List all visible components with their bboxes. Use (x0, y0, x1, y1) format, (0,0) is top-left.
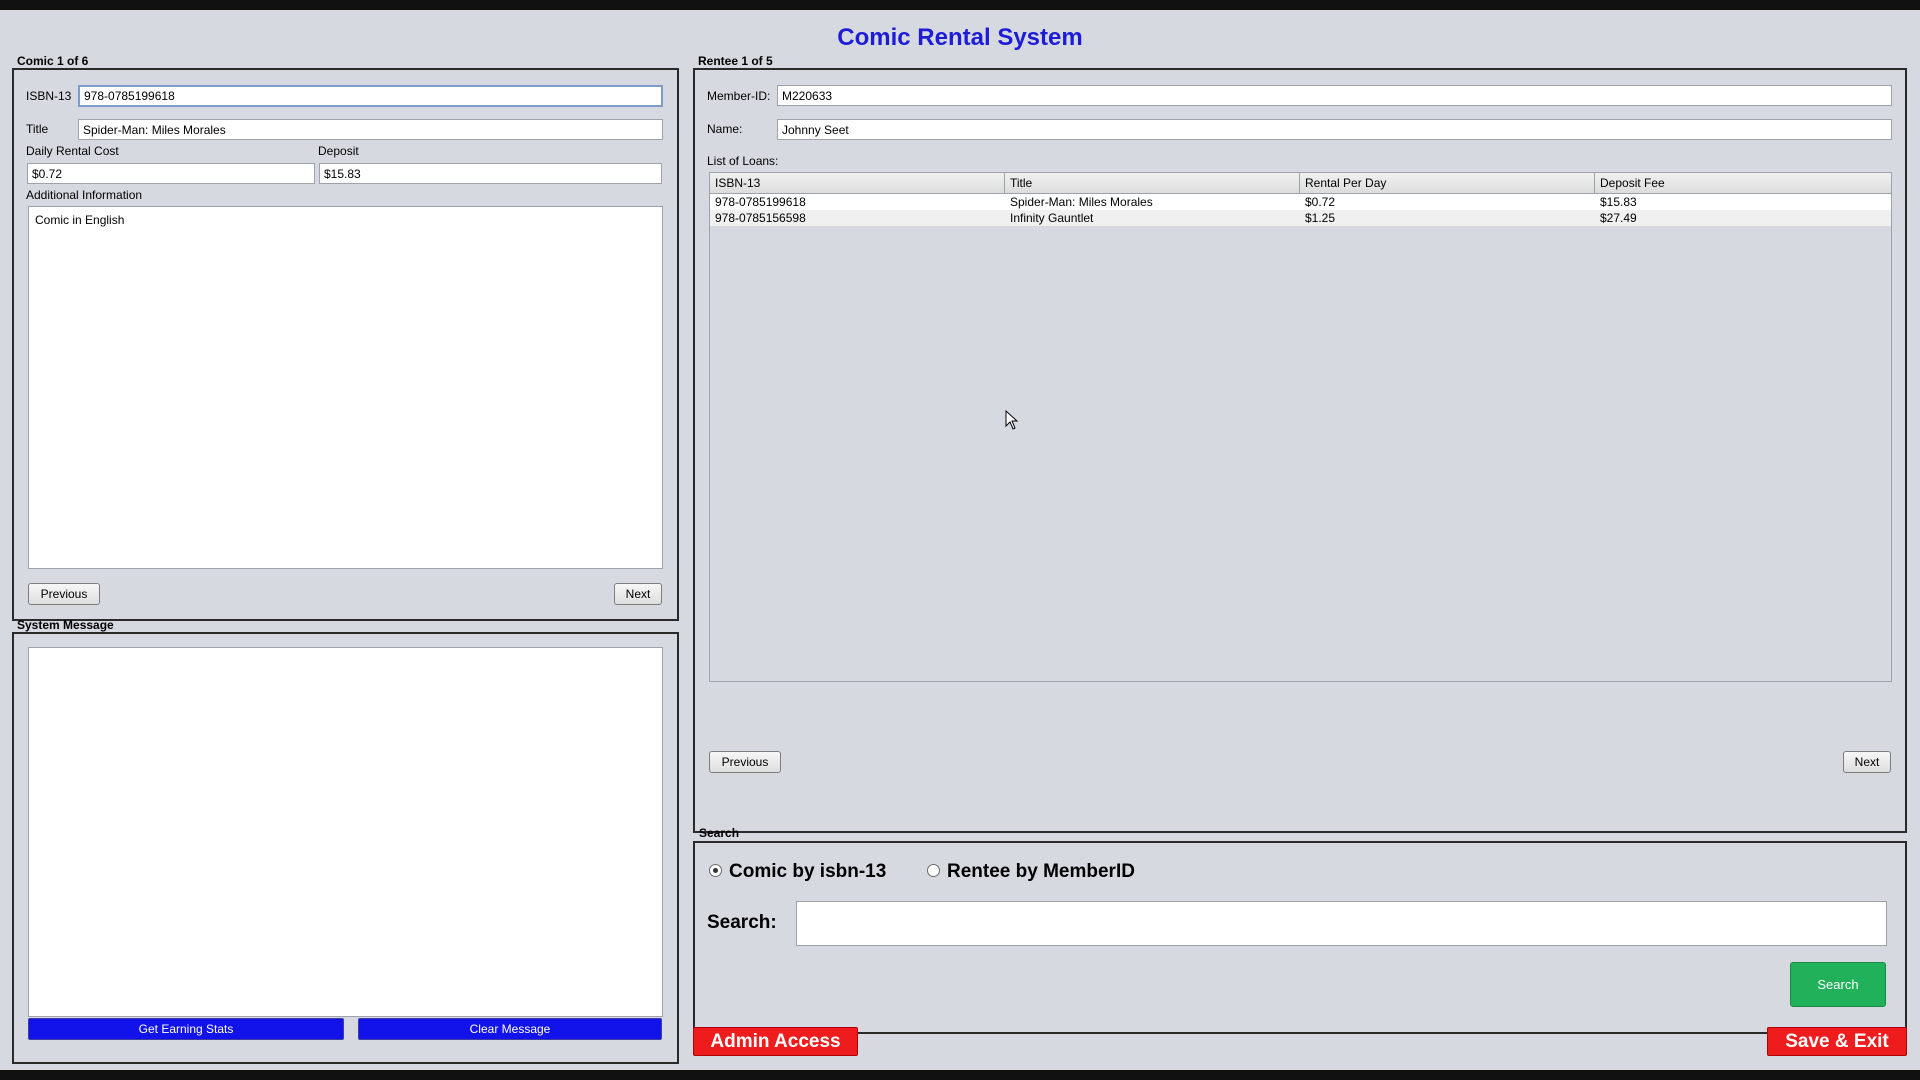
app-window: Comic Rental System Comic 1 of 6 ISBN-13… (0, 10, 1920, 1070)
daily-cost-label: Daily Rental Cost (26, 144, 119, 158)
cell-deposit: $27.49 (1600, 211, 1637, 225)
system-message-textarea[interactable] (28, 647, 663, 1017)
comic-previous-button[interactable]: Previous (28, 583, 100, 605)
title-field[interactable]: Spider-Man: Miles Morales (78, 119, 663, 140)
get-earning-stats-button[interactable]: Get Earning Stats (28, 1018, 344, 1040)
deposit-field[interactable]: $15.83 (319, 163, 662, 184)
member-id-field[interactable]: M220633 (777, 85, 1892, 106)
col-title-header[interactable]: Title (1005, 173, 1300, 193)
admin-access-button[interactable]: Admin Access (693, 1027, 858, 1056)
member-id-label: Member-ID: (707, 89, 771, 103)
search-input[interactable] (796, 901, 1887, 946)
rentee-radio-label[interactable]: Rentee by MemberID (947, 861, 1135, 883)
system-message-label: System Message (17, 618, 114, 632)
name-label: Name: (707, 122, 743, 136)
cell-title: Infinity Gauntlet (1010, 211, 1094, 225)
isbn-field[interactable]: 978-0785199618 (78, 85, 663, 107)
mouse-cursor-icon (1005, 409, 1019, 433)
rentee-next-button[interactable]: Next (1843, 751, 1891, 773)
loans-label: List of Loans: (707, 154, 779, 168)
deposit-label: Deposit (318, 144, 359, 158)
name-field[interactable]: Johnny Seet (777, 119, 1892, 140)
cell-isbn: 978-0785199618 (715, 195, 806, 209)
app-title: Comic Rental System (837, 24, 1083, 51)
rentee-radio[interactable] (927, 864, 940, 877)
cell-deposit: $15.83 (1600, 195, 1637, 209)
col-isbn-header[interactable]: ISBN-13 (710, 173, 1005, 193)
comic-radio-label[interactable]: Comic by isbn-13 (729, 861, 886, 883)
loans-table: ISBN-13 Title Rental Per Day Deposit Fee… (709, 172, 1892, 682)
rentee-panel-label: Rentee 1 of 5 (698, 54, 773, 68)
cell-isbn: 978-0785156598 (715, 211, 806, 225)
clear-message-button[interactable]: Clear Message (358, 1018, 662, 1040)
search-label: Search: (707, 912, 777, 933)
additional-info-textarea[interactable]: Comic in English (28, 206, 663, 569)
comic-radio[interactable] (709, 864, 722, 877)
comic-next-button[interactable]: Next (614, 583, 662, 605)
title-label: Title (26, 122, 49, 136)
search-button[interactable]: Search (1790, 962, 1886, 1007)
loans-table-header: ISBN-13 Title Rental Per Day Deposit Fee (710, 173, 1891, 194)
table-row[interactable]: 978-0785199618 Spider-Man: Miles Morales… (710, 194, 1891, 210)
save-exit-button[interactable]: Save & Exit (1767, 1027, 1907, 1056)
isbn-label: ISBN-13 (26, 89, 72, 103)
cell-title: Spider-Man: Miles Morales (1010, 195, 1153, 209)
col-deposit-header[interactable]: Deposit Fee (1595, 173, 1891, 193)
cell-rental: $0.72 (1305, 195, 1336, 209)
additional-info-label: Additional Information (26, 188, 143, 202)
daily-cost-field[interactable]: $0.72 (27, 163, 315, 184)
search-panel-label: Search (699, 826, 740, 840)
table-row[interactable]: 978-0785156598 Infinity Gauntlet $1.25 $… (710, 210, 1891, 226)
col-rental-header[interactable]: Rental Per Day (1300, 173, 1595, 193)
cell-rental: $1.25 (1305, 211, 1336, 225)
comic-panel-label: Comic 1 of 6 (17, 54, 89, 68)
rentee-previous-button[interactable]: Previous (709, 751, 781, 773)
